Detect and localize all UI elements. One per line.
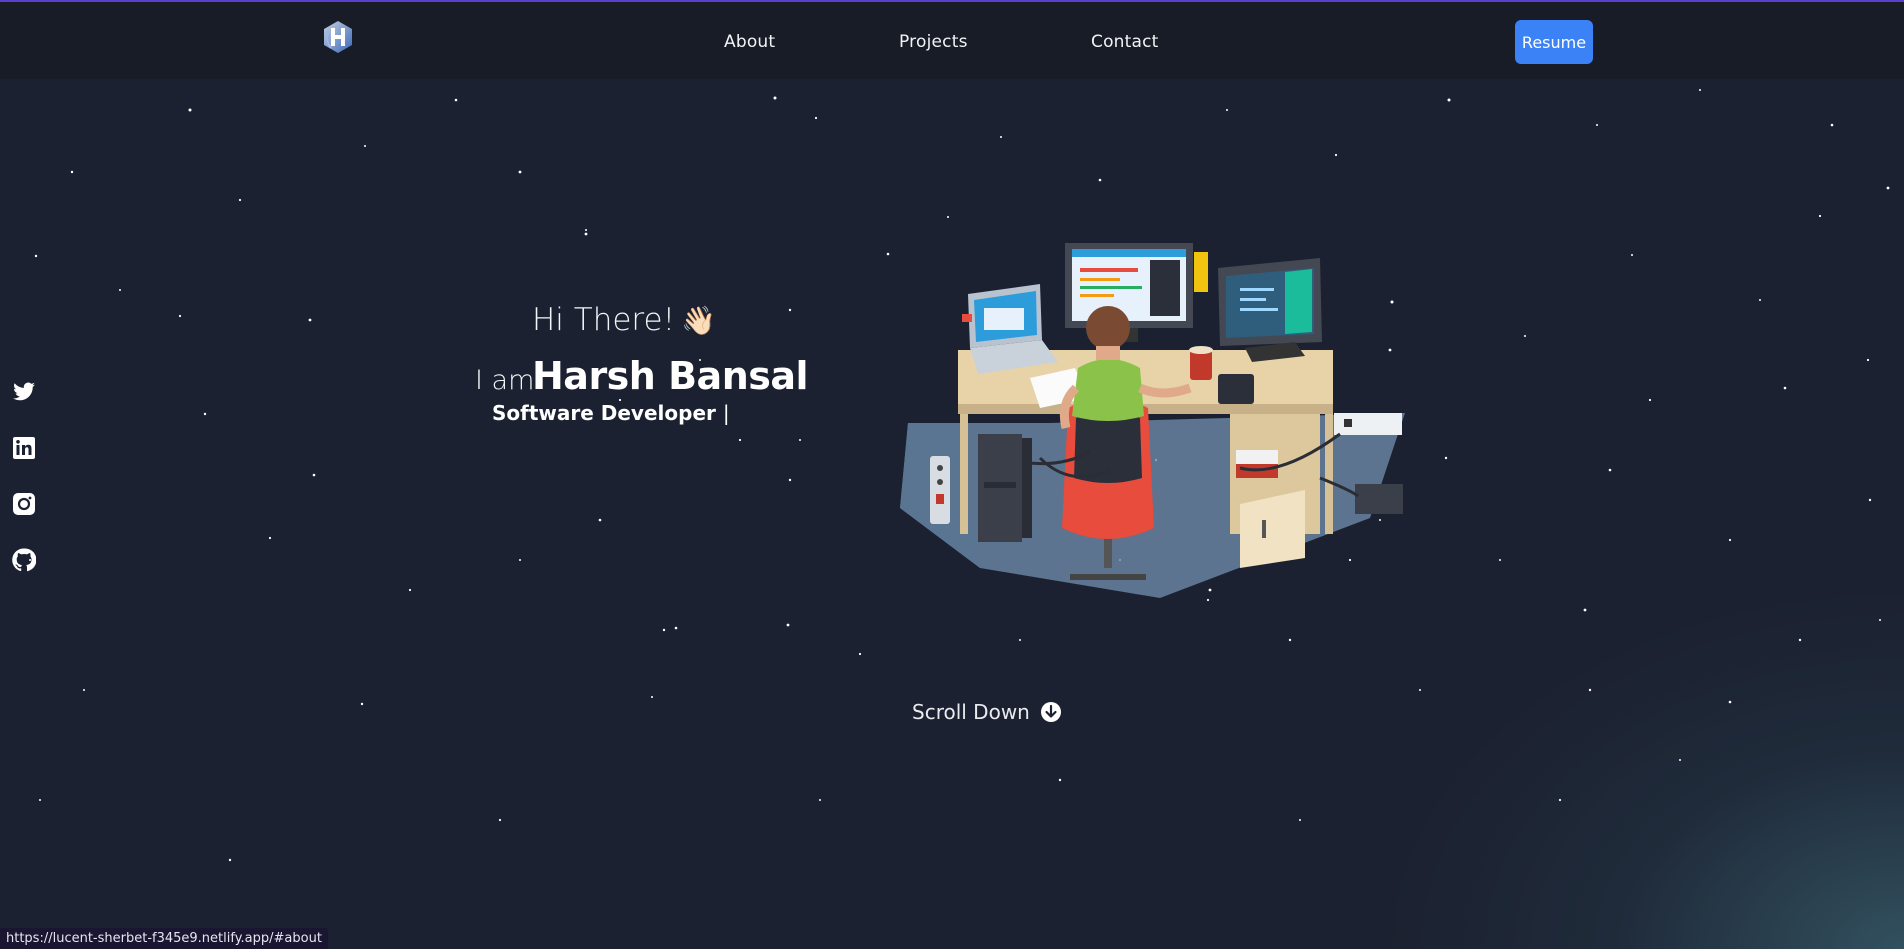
developer-desk-illustration (900, 243, 1405, 598)
status-bar-url: https://lucent-sherbet-f345e9.netlify.ap… (0, 928, 328, 949)
linkedin-icon[interactable] (12, 436, 36, 460)
logo-icon[interactable] (322, 20, 354, 54)
navbar: About Projects Contact Resume (0, 2, 1904, 79)
greeting: Hi There! 👋🏻 (532, 302, 716, 338)
typing-cursor: | (722, 401, 730, 425)
greeting-text: Hi There! (532, 302, 675, 338)
nav-link-contact[interactable]: Contact (1091, 32, 1159, 52)
intro-text: I am (475, 365, 535, 396)
scroll-down-button[interactable]: Scroll Down (912, 700, 1062, 724)
role-text: Software Developer (492, 401, 716, 425)
nav-link-projects[interactable]: Projects (899, 32, 968, 52)
arrow-down-circle-icon (1040, 702, 1061, 722)
github-icon[interactable] (12, 548, 36, 572)
nav-link-about[interactable]: About (724, 32, 775, 52)
instagram-icon[interactable] (12, 492, 36, 516)
resume-button[interactable]: Resume (1515, 20, 1593, 64)
hero-name: Harsh Bansal (532, 354, 809, 398)
scroll-down-label: Scroll Down (912, 700, 1030, 724)
wave-emoji: 👋🏻 (681, 304, 716, 337)
twitter-icon[interactable] (12, 380, 36, 404)
role-typewriter: Software Developer | (492, 401, 730, 425)
